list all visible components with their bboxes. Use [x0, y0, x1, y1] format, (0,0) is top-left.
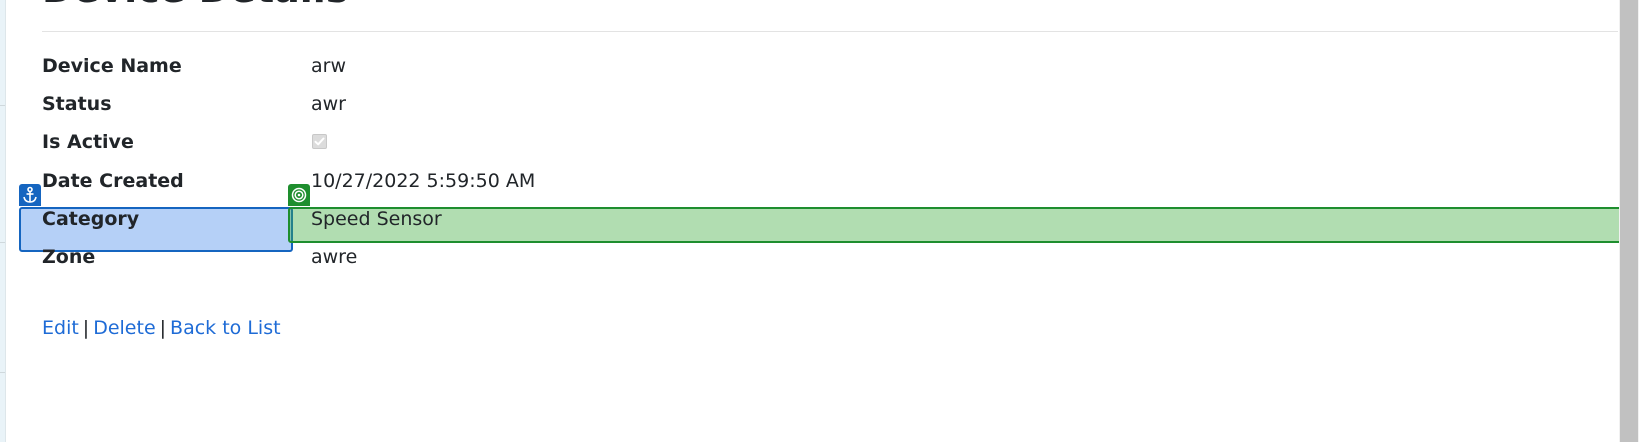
delete-link[interactable]: Delete: [93, 317, 155, 339]
link-separator: |: [82, 317, 90, 339]
page-title: Device Details: [42, 0, 348, 8]
detail-row-device-name: Device Name arw: [42, 51, 1612, 81]
detail-label: Zone: [42, 246, 96, 268]
detail-value: arw: [311, 55, 346, 77]
link-separator: |: [159, 317, 167, 339]
detail-value: 10/27/2022 5:59:50 AM: [311, 170, 536, 192]
is-active-checkbox: [312, 134, 327, 149]
detail-label: Date Created: [42, 170, 184, 192]
detail-value: awre: [311, 246, 358, 268]
detail-label: Status: [42, 93, 112, 115]
detail-row-date-created: Date Created 10/27/2022 5:59:50 AM: [42, 166, 1612, 196]
back-to-list-link[interactable]: Back to List: [170, 317, 281, 339]
checkmark-icon: [314, 137, 325, 146]
sidebar-divider: [0, 242, 5, 243]
scrollbar-thumb[interactable]: [1620, 0, 1638, 442]
detail-label: Device Name: [42, 55, 182, 77]
left-sidebar-edge: [0, 0, 6, 442]
title-divider: [42, 31, 1618, 32]
detail-row-zone: Zone awre: [42, 242, 1612, 272]
detail-value: Speed Sensor: [311, 208, 442, 230]
detail-row-category: Category Speed Sensor: [42, 204, 1612, 234]
target-icon: [288, 184, 310, 206]
detail-value: awr: [311, 93, 346, 115]
sidebar-divider: [0, 372, 5, 373]
detail-row-is-active: Is Active: [42, 127, 1612, 157]
sidebar-divider: [0, 105, 5, 106]
anchor-icon: [19, 184, 41, 206]
detail-row-status: Status awr: [42, 89, 1612, 119]
action-links: Edit | Delete | Back to List: [42, 313, 281, 343]
detail-label: Category: [42, 208, 140, 230]
vertical-scrollbar[interactable]: [1619, 0, 1639, 442]
edit-link[interactable]: Edit: [42, 317, 79, 339]
detail-label: Is Active: [42, 131, 134, 153]
